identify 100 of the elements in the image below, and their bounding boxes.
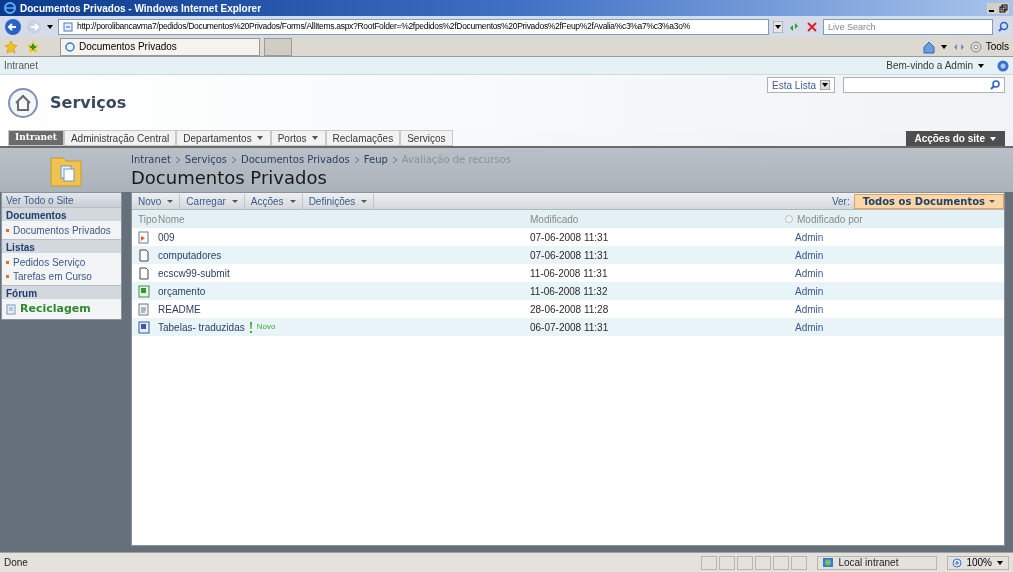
- document-icon[interactable]: [138, 320, 150, 334]
- status-pane: [791, 555, 808, 570]
- chevron-icon: [353, 155, 360, 164]
- bullet-icon: [6, 274, 9, 278]
- site-link[interactable]: Intranet: [4, 58, 38, 73]
- zoom-menu[interactable]: 100%: [947, 555, 1009, 570]
- breadcrumb-link[interactable]: Documentos Privados: [241, 152, 350, 167]
- scope-dropdown[interactable]: Esta Lista: [767, 77, 835, 93]
- sidebar-item[interactable]: Documentos Privados: [2, 223, 121, 237]
- sidebar-item[interactable]: Tarefas em Curso: [2, 269, 121, 283]
- minimize-icon[interactable]: [987, 2, 998, 14]
- caret-icon[interactable]: [939, 42, 948, 51]
- toolbar-menu[interactable]: Acções: [244, 193, 303, 209]
- view-label: Ver:: [831, 194, 850, 209]
- chevron-icon: [391, 155, 398, 164]
- nav-tab[interactable]: Reclamações: [325, 130, 401, 146]
- image-file-icon[interactable]: [138, 230, 150, 244]
- nav-tab[interactable]: Serviços: [400, 130, 453, 146]
- table-cell-text: 07-06-2008 11:31: [530, 248, 610, 263]
- chevron-icon: [231, 155, 237, 164]
- search-icon[interactable]: [997, 20, 1009, 33]
- breadcrumb-link[interactable]: Intranet: [131, 152, 171, 167]
- user-link[interactable]: Admin: [795, 321, 824, 333]
- window-title: Documentos Privados - Windows Internet Explorer: [20, 1, 262, 16]
- back-icon[interactable]: [4, 17, 22, 36]
- welcome-menu[interactable]: Bem-vindo a Admin: [886, 58, 985, 73]
- file-name-link[interactable]: computadores: [158, 247, 222, 263]
- gear-icon[interactable]: [969, 40, 982, 53]
- status-pane: [737, 555, 754, 570]
- status-pane: [719, 555, 736, 570]
- toolbar-menu[interactable]: Carregar: [180, 193, 245, 209]
- site-title: Serviços: [50, 92, 127, 114]
- user-link[interactable]: Admin: [795, 285, 824, 297]
- search-icon: [990, 80, 1000, 90]
- status-pane: [701, 555, 718, 570]
- bullet-icon: [6, 228, 9, 232]
- stop-icon[interactable]: [805, 19, 819, 34]
- status-pane: [773, 555, 790, 570]
- nav-tab[interactable]: Intranet: [8, 130, 64, 146]
- browser-tab[interactable]: Documentos Privados: [60, 37, 260, 56]
- radio-icon: [785, 215, 793, 223]
- table-cell-text: 11-06-2008 11:32: [530, 284, 609, 299]
- address-field[interactable]: http://porolibancavma7/pedidos/Documentos%20Privados/Forms/AllItems.aspx?RootFolder=%2fpedidos%2fDocumentos%20Privados%2fFeup%2fAvalia%c3%a7%c3%a3o%: [58, 18, 769, 35]
- caret-icon: [231, 198, 238, 204]
- nav-tab[interactable]: Portos: [270, 130, 326, 146]
- browser-logo-icon: [4, 2, 16, 14]
- new-label: Novo: [256, 321, 276, 333]
- bullet-icon: [6, 260, 9, 264]
- sidebar-item[interactable]: Pedidos Serviço: [2, 255, 121, 269]
- caret-icon: [289, 198, 296, 204]
- caret-icon: [989, 134, 997, 143]
- toolbar-menu[interactable]: Novo: [132, 193, 181, 209]
- caret-icon: [167, 198, 174, 204]
- spreadsheet-icon[interactable]: [138, 284, 150, 298]
- help-icon[interactable]: [997, 59, 1009, 72]
- user-link[interactable]: Admin: [795, 267, 824, 279]
- status-pane: [755, 555, 772, 570]
- add-favorite-icon[interactable]: [26, 39, 40, 54]
- view-dropdown[interactable]: Todos os Documentos: [853, 193, 1004, 209]
- site-search-field[interactable]: [843, 77, 1005, 93]
- nav-tab[interactable]: Departamentos: [176, 130, 271, 146]
- user-link[interactable]: Admin: [795, 249, 824, 261]
- toolbar-menu[interactable]: Definições: [302, 193, 375, 209]
- home-icon[interactable]: [921, 39, 936, 54]
- zoom-icon: [952, 557, 963, 568]
- file-name-link[interactable]: ecscw99-submit: [158, 265, 230, 281]
- file-name-link[interactable]: Tabelas- traduzidas: [158, 319, 245, 335]
- file-name-link[interactable]: orçamento: [158, 283, 206, 299]
- table-cell-text: 11-06-2008 11:31: [530, 266, 609, 281]
- sidebar-heading[interactable]: Fórum: [2, 285, 121, 299]
- blank-file-icon[interactable]: [138, 248, 150, 262]
- file-name-link[interactable]: README: [158, 301, 201, 317]
- star-icon[interactable]: [4, 39, 18, 54]
- sidebar-link[interactable]: Ver Todo o Site: [2, 193, 121, 207]
- caret-icon[interactable]: [46, 22, 54, 31]
- user-link[interactable]: Admin: [795, 303, 824, 315]
- text-file-icon[interactable]: [138, 302, 150, 316]
- recycle-bin-link[interactable]: Reciclagem: [2, 299, 121, 319]
- dropdown-icon[interactable]: [773, 20, 783, 33]
- search-field[interactable]: Live Search: [823, 18, 993, 35]
- chevron-icon: [174, 155, 181, 164]
- breadcrumb-link[interactable]: Serviços: [184, 152, 227, 167]
- caret-icon: [977, 61, 985, 70]
- sidebar-heading[interactable]: Listas: [2, 239, 121, 253]
- caret-icon: [989, 198, 995, 204]
- dropdown-icon: [820, 80, 830, 90]
- table-cell-text: 07-06-2008 11:31: [530, 230, 610, 245]
- file-name-link[interactable]: 009: [158, 229, 175, 245]
- table-cell-text: 06-07-2008 11:31: [530, 320, 610, 335]
- page-icon: [63, 21, 73, 32]
- tools-menu[interactable]: Tools: [985, 39, 1009, 54]
- zone-indicator: Local intranet: [817, 555, 938, 570]
- blank-file-icon[interactable]: [138, 266, 150, 280]
- status-text: Done: [4, 556, 28, 570]
- sidebar-heading[interactable]: Documentos: [2, 207, 121, 221]
- nav-tab[interactable]: Administração Central: [63, 130, 177, 146]
- breadcrumb-link[interactable]: Feup: [363, 152, 388, 167]
- restore-icon[interactable]: [998, 2, 1009, 14]
- user-link[interactable]: Admin: [795, 231, 824, 243]
- site-actions-menu[interactable]: Acções do site: [906, 131, 1005, 146]
